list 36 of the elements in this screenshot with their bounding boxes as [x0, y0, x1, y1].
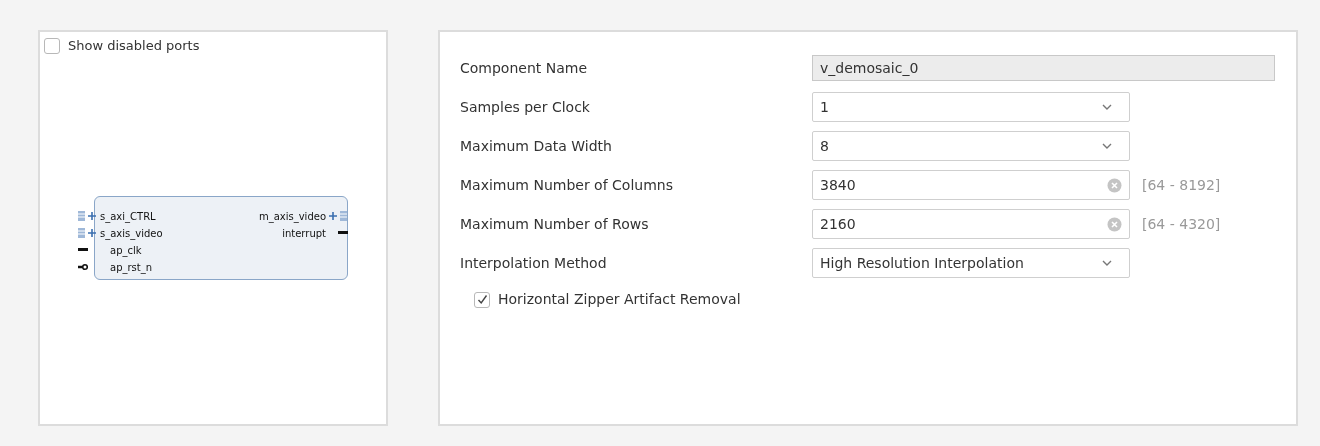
text-field[interactable]: v_demosaic_0 [812, 55, 1275, 81]
port-label: s_axis_video [100, 226, 163, 241]
port-label: ap_rst_n [110, 260, 153, 275]
field-label: Maximum Data Width [460, 136, 613, 156]
dropdown[interactable]: 1 [812, 92, 1130, 122]
port-label: s_axi_CTRL [100, 209, 156, 224]
field-label: Maximum Number of Columns [460, 175, 674, 195]
check-icon [476, 294, 488, 305]
port-label: ap_clk [110, 243, 142, 258]
checkbox-label: Horizontal Zipper Artifact Removal [498, 290, 741, 309]
wire-port-icon [338, 231, 348, 235]
number-field[interactable]: 3840 [812, 170, 1130, 200]
bus-port-icon [78, 210, 98, 222]
chevron-down-icon [1102, 143, 1112, 149]
range-hint: [64 - 4320] [1142, 214, 1221, 234]
chevron-down-icon [1102, 104, 1112, 110]
field-label: Interpolation Method [460, 253, 608, 273]
port-label: interrupt [282, 226, 326, 241]
checkbox[interactable] [44, 37, 60, 54]
dropdown[interactable]: 8 [812, 131, 1130, 161]
bus-port-icon [78, 227, 98, 239]
clear-icon[interactable] [1107, 177, 1122, 193]
bus-port-icon [328, 210, 348, 222]
chevron-down-icon [1102, 260, 1112, 266]
wire-port-icon [78, 248, 88, 252]
port-label: m_axis_video [258, 209, 326, 224]
number-field[interactable]: 2160 [812, 209, 1130, 239]
checkbox[interactable] [474, 291, 490, 308]
clear-icon[interactable] [1107, 216, 1122, 232]
inverted-port-icon [78, 263, 88, 271]
dropdown[interactable]: High Resolution Interpolation [812, 248, 1130, 278]
range-hint: [64 - 8192] [1142, 175, 1221, 195]
field-label: Maximum Number of Rows [460, 214, 650, 234]
field-label: Samples per Clock [460, 97, 591, 117]
field-label: Component Name [460, 58, 589, 78]
checkbox-label: Show disabled ports [68, 37, 200, 55]
